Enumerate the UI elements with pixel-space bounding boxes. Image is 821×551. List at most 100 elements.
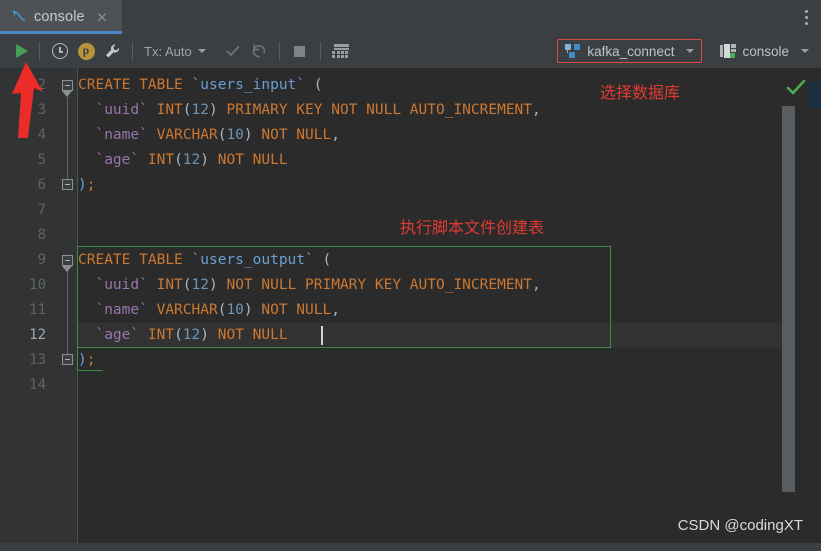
fold-arrow-icon — [62, 266, 72, 272]
profile-badge-icon: p — [77, 42, 95, 60]
bottom-strip — [0, 543, 821, 551]
undo-arrow-icon — [252, 44, 265, 58]
code-token: , — [331, 302, 340, 318]
code-token: CREATE — [78, 77, 131, 93]
code-token: ; — [86, 352, 96, 368]
error-stripe-marker[interactable] — [808, 82, 821, 108]
close-icon[interactable]: × — [96, 9, 109, 25]
ide-console-window: console × p Tx: Auto kafka_connect conso… — [0, 0, 821, 551]
stop-square-icon — [294, 45, 306, 57]
code-folding-gutter[interactable] — [56, 68, 78, 551]
tab-bar-spacer — [122, 0, 791, 34]
settings-button[interactable] — [99, 39, 125, 63]
code-token: ( — [182, 277, 192, 293]
code-token: `uuid` — [95, 277, 148, 293]
console-session-icon — [720, 44, 737, 58]
annotation-run-script: 执行脚本文件创建表 — [400, 218, 545, 237]
toolbar-separator — [39, 42, 40, 60]
code-token: `users_input` — [191, 77, 306, 93]
code-token: NOT NULL — [217, 327, 288, 343]
code-line[interactable]: `uuid` INT(12) NOT NULL PRIMARY KEY AUTO… — [78, 273, 795, 298]
code-token: `name` — [95, 127, 148, 143]
watermark: CSDN @codingXT — [677, 517, 803, 534]
fold-end-icon[interactable] — [62, 354, 73, 365]
sql-editor[interactable]: 2 3 4 5 6 7 8 9 10 11 12 13 14 CREATE TABLE `users_i… — [0, 68, 821, 551]
code-line[interactable] — [78, 373, 795, 398]
code-content[interactable]: CREATE TABLE `users_input` ( `uuid` INT(… — [77, 68, 795, 551]
text-caret — [321, 326, 323, 345]
code-line[interactable]: `age` INT(12) NOT NULL — [78, 323, 795, 348]
code-token: INT — [156, 277, 183, 293]
green-check-annotation — [786, 79, 806, 95]
code-token: TABLE — [139, 77, 183, 93]
code-token: ) — [200, 327, 209, 343]
code-line[interactable]: CREATE TABLE `users_output` ( — [78, 248, 795, 273]
play-icon — [15, 44, 28, 58]
code-token: 12 — [191, 277, 209, 293]
stop-button[interactable] — [287, 39, 313, 63]
commit-button[interactable] — [220, 39, 246, 63]
line-number: 9 — [37, 252, 46, 268]
code-token: ( — [174, 327, 183, 343]
code-line[interactable]: ); — [78, 173, 795, 198]
code-token: NOT NULL PRIMARY KEY AUTO_INCREMENT — [226, 277, 533, 293]
line-number: 5 — [37, 152, 46, 168]
fold-collapse-icon[interactable] — [62, 80, 73, 91]
tx-mode-dropdown[interactable]: Tx: Auto — [140, 44, 206, 59]
fold-end-icon[interactable] — [62, 179, 73, 190]
line-number: 8 — [37, 227, 46, 243]
code-line[interactable]: `uuid` INT(12) PRIMARY KEY NOT NULL AUTO… — [78, 98, 795, 123]
more-options-icon[interactable] — [791, 0, 821, 34]
line-number: 10 — [29, 277, 46, 293]
code-line[interactable]: CREATE TABLE `users_input` ( — [78, 73, 795, 98]
line-number: 6 — [37, 177, 46, 193]
scrollbar-thumb[interactable] — [782, 106, 795, 492]
code-token: ( — [182, 102, 192, 118]
check-icon — [226, 45, 240, 56]
session-selector[interactable]: console — [714, 39, 815, 63]
code-token: 10 — [226, 127, 244, 143]
code-line[interactable]: `name` VARCHAR(10) NOT NULL, — [78, 298, 795, 323]
fold-arrow-icon — [62, 91, 72, 97]
line-number: 13 — [29, 352, 46, 368]
code-token: INT — [147, 152, 175, 168]
code-token: 12 — [191, 102, 209, 118]
profile-button[interactable]: p — [73, 39, 99, 63]
fold-connector-line — [67, 261, 68, 354]
code-token: `users_output` — [191, 252, 314, 268]
annotation-select-database: 选择数据库 — [600, 83, 681, 102]
mysql-dolphin-icon — [11, 9, 27, 25]
code-token: `age` — [95, 152, 140, 168]
code-token: INT — [156, 102, 183, 118]
code-line[interactable]: `age` INT(12) NOT NULL — [78, 148, 795, 173]
code-token: `uuid` — [95, 102, 148, 118]
code-line[interactable]: ); — [78, 348, 795, 373]
data-grid-button[interactable] — [328, 39, 354, 63]
code-token: , — [532, 277, 541, 293]
rollback-button[interactable] — [246, 39, 272, 63]
code-line[interactable]: `name` VARCHAR(10) NOT NULL, — [78, 123, 795, 148]
fold-collapse-icon[interactable] — [62, 255, 73, 266]
toolbar-separator-2 — [132, 42, 133, 60]
code-token: NOT NULL — [261, 302, 332, 318]
code-token: ) — [78, 352, 87, 368]
code-token: ) — [243, 302, 253, 318]
database-selector[interactable]: kafka_connect — [557, 39, 703, 63]
code-token: PRIMARY KEY NOT NULL AUTO_INCREMENT — [226, 102, 533, 118]
vertical-scrollbar[interactable] — [782, 68, 808, 551]
code-token: `name` — [95, 302, 148, 318]
code-token: 12 — [182, 152, 201, 168]
line-number: 11 — [29, 302, 46, 318]
tab-console[interactable]: console × — [0, 0, 122, 34]
code-token: ( — [322, 252, 332, 268]
session-name: console — [742, 43, 789, 59]
